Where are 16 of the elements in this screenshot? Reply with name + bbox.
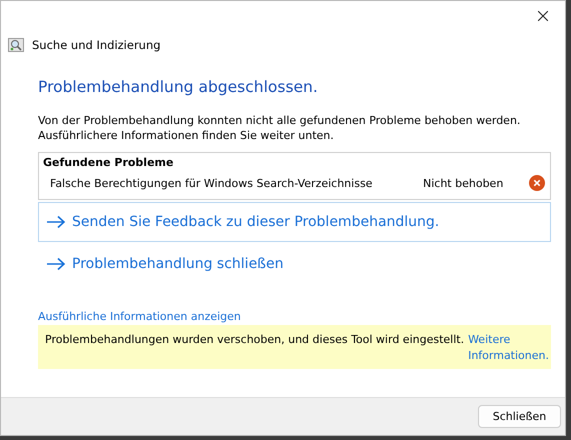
magnifier-icon: [8, 37, 24, 53]
close-dialog-button[interactable]: Schließen: [478, 405, 561, 428]
arrow-icon: [46, 257, 66, 271]
description: Von der Problembehandlung konnten nicht alle gefundenen Probleme behoben werden. Ausführlichere Informationen finden Sie weiter unten.: [38, 113, 522, 143]
close-icon: [538, 11, 548, 21]
problem-name: Falsche Berechtigungen für Windows Search-Verzeichnisse: [50, 176, 374, 190]
more-info-link[interactable]: Weitere Informationen.: [468, 332, 549, 364]
heading: Problembehandlung abgeschlossen.: [38, 78, 319, 96]
window-title: Suche und Indizierung: [32, 38, 161, 52]
problems-title: Gefundene Probleme: [43, 155, 174, 171]
details-link[interactable]: Ausführliche Informationen anzeigen: [38, 310, 551, 323]
notice-text: Problembehandlungen wurden verschoben, und dieses Tool wird eingestellt.: [45, 332, 464, 348]
action-link[interactable]: Senden Sie Feedback zu dieser Problembehandlung.: [38, 202, 551, 242]
arrow-icon: [46, 215, 66, 229]
action-link[interactable]: Problembehandlung schließen: [38, 244, 551, 284]
problem-status: Nicht behoben: [423, 176, 504, 190]
